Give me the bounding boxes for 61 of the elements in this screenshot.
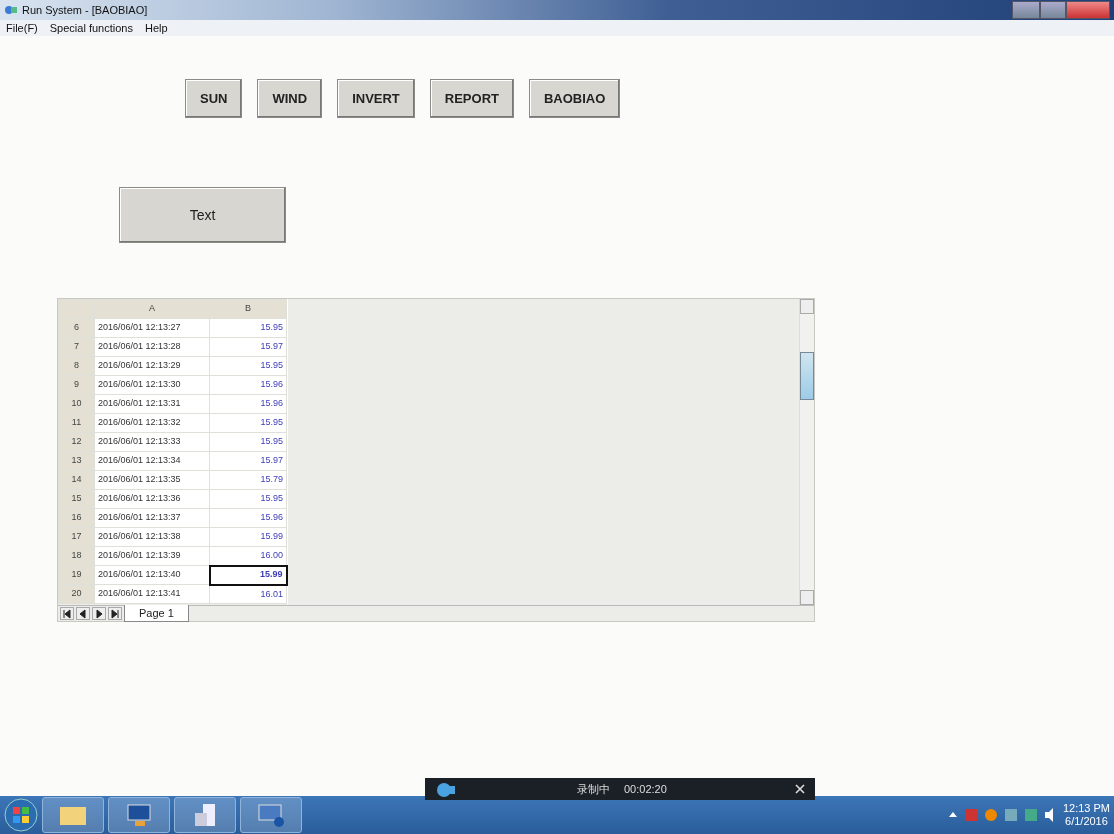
first-page-button[interactable] bbox=[60, 607, 74, 620]
table-cell[interactable]: 15.97 bbox=[209, 451, 287, 471]
close-button[interactable] bbox=[1066, 1, 1110, 19]
minimize-button[interactable] bbox=[1012, 1, 1040, 19]
prev-page-button[interactable] bbox=[76, 607, 90, 620]
menu-item[interactable]: Help bbox=[144, 19, 168, 37]
table-cell: 2016/06/01 12:13:30 bbox=[94, 375, 210, 395]
table-cell: 2016/06/01 12:13:36 bbox=[94, 489, 210, 509]
table-cell[interactable]: 15.99 bbox=[209, 527, 287, 547]
text-button[interactable]: Text bbox=[119, 187, 286, 243]
camera-icon bbox=[435, 781, 457, 797]
table-cell[interactable]: 15.79 bbox=[209, 470, 287, 490]
column-header[interactable]: A bbox=[94, 299, 210, 319]
table-cell[interactable]: 15.95 bbox=[209, 432, 287, 452]
sheet-tab[interactable]: Page 1 bbox=[124, 604, 189, 623]
table-cell[interactable]: 15.95 bbox=[209, 413, 287, 433]
table-cell: 2016/06/01 12:13:37 bbox=[94, 508, 210, 528]
table-cell[interactable]: 15.99 bbox=[209, 565, 287, 585]
table-cell: 2016/06/01 12:13:32 bbox=[94, 413, 210, 433]
table-cell[interactable]: 15.95 bbox=[209, 318, 287, 338]
table-cell[interactable]: 15.95 bbox=[209, 356, 287, 376]
table-cell: 2016/06/01 12:13:31 bbox=[94, 394, 210, 414]
maximize-button[interactable] bbox=[1040, 1, 1066, 19]
toolbar-button[interactable]: REPORT bbox=[429, 79, 514, 118]
table-cell: 2016/06/01 12:13:29 bbox=[94, 356, 210, 376]
taskbar-monitor-icon[interactable] bbox=[108, 797, 170, 833]
clock-date: 6/1/2016 bbox=[1064, 815, 1109, 829]
menu-item[interactable]: Special functions bbox=[49, 19, 133, 37]
taskbar-document-icon[interactable] bbox=[174, 797, 236, 833]
recording-status: 录制中 bbox=[577, 781, 610, 797]
table-cell: 2016/06/01 12:13:41 bbox=[94, 584, 210, 604]
table-cell[interactable]: 15.97 bbox=[209, 337, 287, 357]
toolbar-button[interactable]: BAOBIAO bbox=[528, 79, 621, 118]
toolbar-button[interactable]: INVERT bbox=[337, 79, 415, 118]
close-icon[interactable] bbox=[795, 784, 805, 794]
app-icon bbox=[4, 4, 18, 16]
clock-time: 12:13 PM bbox=[1062, 801, 1110, 815]
table-cell[interactable]: 15.95 bbox=[209, 489, 287, 509]
menu-item[interactable]: File(F) bbox=[6, 19, 38, 37]
table-cell: 2016/06/01 12:13:28 bbox=[94, 337, 210, 357]
next-page-button[interactable] bbox=[92, 607, 106, 620]
taskbar-monitor-icon[interactable] bbox=[240, 797, 302, 833]
last-page-button[interactable] bbox=[108, 607, 122, 620]
table-cell[interactable]: 16.01 bbox=[209, 584, 287, 604]
table-cell: 2016/06/01 12:13:35 bbox=[94, 470, 210, 490]
taskbar-folder-icon[interactable] bbox=[42, 797, 104, 833]
recording-time: 00:02:20 bbox=[624, 781, 667, 797]
column-header[interactable]: B bbox=[209, 299, 287, 319]
scrollbar[interactable] bbox=[799, 299, 814, 605]
toolbar-button[interactable]: SUN bbox=[185, 79, 243, 118]
start-button[interactable] bbox=[4, 798, 38, 832]
table-cell[interactable]: 15.96 bbox=[209, 394, 287, 414]
table-cell: 2016/06/01 12:13:39 bbox=[94, 546, 210, 566]
table-cell: 2016/06/01 12:13:34 bbox=[94, 451, 210, 471]
table-cell: 2016/06/01 12:13:33 bbox=[94, 432, 210, 452]
toolbar-button[interactable]: WIND bbox=[257, 79, 323, 118]
table-cell: 2016/06/01 12:13:27 bbox=[94, 318, 210, 338]
table-cell[interactable]: 15.96 bbox=[209, 508, 287, 528]
table-cell: 2016/06/01 12:13:38 bbox=[94, 527, 210, 547]
window-title: Run System - [BAOBIAO] bbox=[22, 2, 148, 18]
table-cell[interactable]: 15.96 bbox=[209, 375, 287, 395]
